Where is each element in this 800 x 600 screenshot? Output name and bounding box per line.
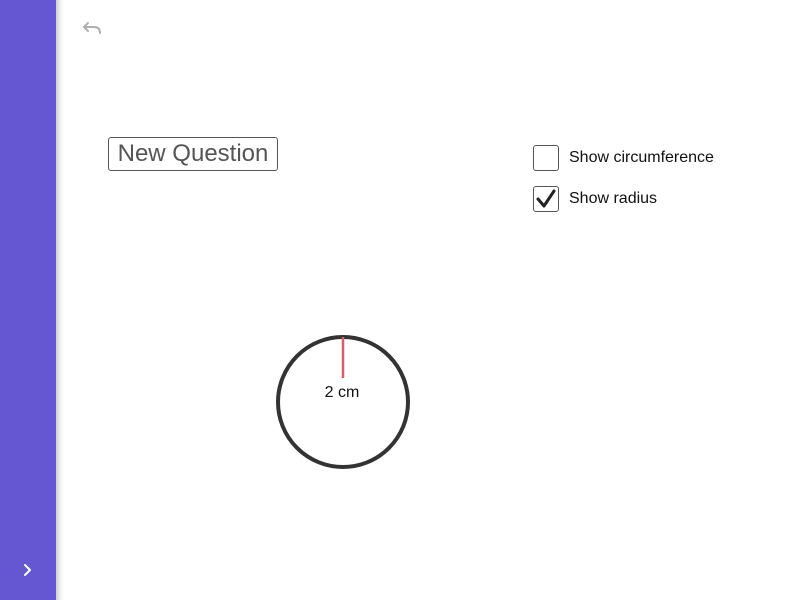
chevron-right-icon xyxy=(24,564,31,576)
show-circumference-option[interactable]: Show circumference xyxy=(533,144,714,172)
undo-button[interactable] xyxy=(78,16,106,40)
radius-label: 2 cm xyxy=(325,384,360,401)
show-radius-label: Show radius xyxy=(569,190,658,207)
sidebar-divider xyxy=(56,0,64,600)
new-question-button[interactable]: New Question xyxy=(108,137,278,171)
show-radius-option[interactable]: Show radius xyxy=(533,185,657,213)
show-circumference-checkbox[interactable] xyxy=(533,145,559,171)
checkmark-icon xyxy=(536,189,556,208)
circle-diagram: 2 cm xyxy=(276,335,410,469)
show-radius-checkbox[interactable] xyxy=(533,186,559,212)
expand-sidebar-button[interactable] xyxy=(14,556,42,584)
sidebar xyxy=(0,0,56,600)
show-circumference-label: Show circumference xyxy=(569,149,714,166)
undo-icon xyxy=(83,22,101,34)
